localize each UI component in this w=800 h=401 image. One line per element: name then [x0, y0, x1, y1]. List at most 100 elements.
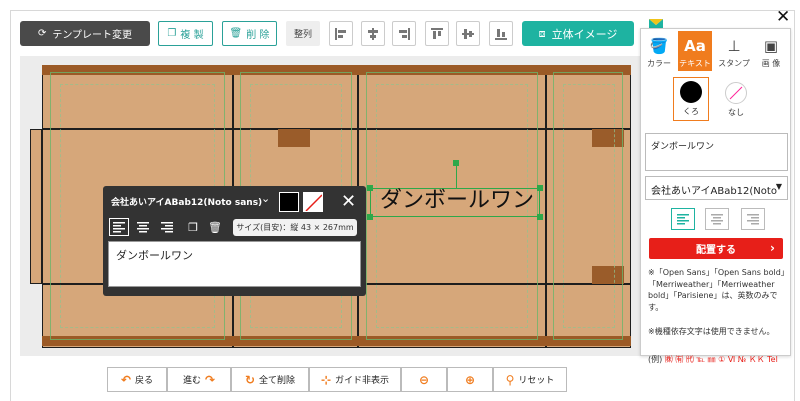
align-center-h-button[interactable] — [361, 21, 385, 46]
align-center-icon — [711, 213, 723, 224]
zoom-in-button[interactable]: ⊕ — [447, 367, 493, 392]
zoom-in-icon: ⊕ — [464, 372, 476, 387]
redo-icon: ↷ — [204, 372, 216, 387]
chevron-down-icon[interactable]: ⌄ — [261, 192, 270, 205]
rotate-handle[interactable] — [453, 160, 459, 166]
size-indicator: サイズ(目安)：縦 43 × 267mm — [233, 219, 357, 236]
color-none-swatch[interactable] — [303, 192, 323, 212]
guide-icon: ⊹ — [320, 372, 332, 387]
undo-icon: ↶ — [120, 372, 132, 387]
zoom-out-icon: ⊖ — [418, 372, 430, 387]
place-button[interactable]: 配置する › — [649, 238, 783, 259]
close-icon[interactable]: ✕ — [776, 7, 790, 27]
print-edge — [42, 336, 233, 346]
text-align-left-button[interactable] — [109, 218, 129, 236]
view-3d-button[interactable]: ⧈ 立体イメージ — [522, 21, 634, 46]
print-edge — [546, 65, 631, 75]
tab-color[interactable]: 🪣 カラー — [642, 31, 676, 71]
refresh-icon: ⟳ — [37, 28, 47, 39]
copy-text-button[interactable]: ❐ — [183, 218, 203, 236]
trash-icon: 🗑 — [229, 28, 243, 39]
print-edge — [358, 336, 546, 346]
color-dot — [725, 82, 747, 104]
align-top-button[interactable] — [425, 21, 449, 46]
print-edge — [233, 65, 358, 75]
align-left-icon — [335, 27, 346, 40]
print-edge — [358, 65, 546, 75]
align-right-icon — [747, 213, 759, 224]
font-select[interactable]: 会社あいアイABab12(Noto sans) — [111, 195, 262, 208]
image-icon: ▣ — [763, 37, 779, 55]
delete-button[interactable]: 🗑 削 除 — [222, 21, 277, 46]
align-label: 整列 — [286, 21, 320, 46]
delete-text-button[interactable]: 🗑 — [205, 218, 225, 236]
design-side-panel: 🪣 カラー Aa テキスト ⊥ スタンプ ▣ 画 像 くろ なし ダンボールワン… — [640, 28, 791, 364]
align-bottom-icon — [495, 28, 507, 40]
copy-icon: ❐ — [188, 220, 198, 234]
resize-handle-tl[interactable] — [367, 185, 373, 191]
color-option-none[interactable]: なし — [721, 79, 751, 119]
print-edge — [546, 336, 631, 346]
text-align-right-button[interactable] — [741, 208, 765, 230]
hide-guide-button[interactable]: ⊹ ガイド非表示 — [309, 367, 401, 392]
refresh-icon: ↻ — [244, 372, 256, 387]
text-input[interactable]: ダンボールワン — [645, 133, 788, 171]
resize-handle-bl[interactable] — [367, 214, 373, 220]
canvas-text-object[interactable]: ダンボールワン — [373, 186, 541, 216]
trash-icon: 🗑 — [208, 220, 222, 234]
tab-image[interactable]: ▣ 画 像 — [754, 31, 788, 71]
align-right-icon — [161, 221, 173, 232]
reset-button[interactable]: ⚲ リセット — [493, 367, 567, 392]
align-center-v-button[interactable] — [456, 21, 480, 46]
text-align-center-button[interactable] — [705, 208, 729, 230]
undo-button[interactable]: ↶ 戻る — [107, 367, 167, 392]
print-edge — [42, 65, 233, 75]
template-change-button[interactable]: ⟳ テンプレート変更 — [20, 21, 150, 46]
chevron-right-icon: › — [770, 241, 775, 255]
resize-handle-tr[interactable] — [537, 185, 543, 191]
text-align-center-button[interactable] — [133, 218, 153, 236]
align-center-h-icon — [368, 27, 378, 40]
zoom-out-button[interactable]: ⊖ — [401, 367, 447, 392]
copy-icon: ❐ — [167, 28, 177, 39]
align-center-v-icon — [462, 28, 474, 39]
char-note: ※機種依存文字は使用できません。 — [648, 327, 775, 336]
no-color-icon — [305, 194, 322, 211]
tab-text[interactable]: Aa テキスト — [678, 31, 712, 71]
align-left-icon — [677, 213, 689, 224]
align-bottom-button[interactable] — [489, 21, 513, 46]
app-frame: ⟳ テンプレート変更 ❐ 複 製 🗑 削 除 整列 ⧈ 立体イメージ ダンボール… — [0, 0, 800, 401]
delete-all-button[interactable]: ↻ 全て削除 — [231, 367, 309, 392]
glue-flap — [30, 129, 42, 284]
align-left-icon — [113, 221, 125, 232]
text-align-left-button[interactable] — [671, 208, 695, 230]
text-align-right-button[interactable] — [157, 218, 177, 236]
text-editor-popup: 会社あいアイABab12(Noto sans) ⌄ ✕ ❐ 🗑 サイズ(目安)：… — [103, 186, 366, 296]
align-right-button[interactable] — [392, 21, 416, 46]
safe-area-guide — [563, 84, 615, 328]
no-color-icon — [729, 86, 743, 100]
close-icon[interactable]: ✕ — [341, 191, 356, 212]
text-aa-icon: Aa — [684, 37, 706, 55]
color-black-swatch[interactable] — [279, 192, 299, 212]
duplicate-button[interactable]: ❐ 複 製 — [158, 21, 213, 46]
box-icon: ⧈ — [538, 26, 546, 40]
font-note: ※「Open Sans」「Open Sans bold」「Merriweathe… — [648, 268, 789, 312]
font-select[interactable]: 会社あいアイABab12(Noto ▼ — [645, 176, 788, 200]
align-top-icon — [431, 27, 443, 39]
paint-bucket-icon: 🪣 — [649, 37, 669, 55]
editor-text-input[interactable]: ダンボールワン — [108, 241, 361, 287]
color-option-black[interactable]: くろ — [673, 77, 709, 121]
search-icon: ⚲ — [505, 372, 515, 387]
redo-button[interactable]: 進む ↷ — [167, 367, 231, 392]
example-chars: (例) ㈱ ㈲ ㈹ ℡ ㎜ ① Ⅵ № ＫＫ Tel — [648, 355, 778, 364]
resize-handle-br[interactable] — [537, 214, 543, 220]
print-edge — [233, 336, 358, 346]
tab-stamp[interactable]: ⊥ スタンプ — [717, 31, 751, 71]
align-center-icon — [137, 221, 149, 232]
stamp-icon: ⊥ — [727, 37, 741, 55]
dropdown-arrow-icon: ▼ — [775, 182, 782, 191]
rotate-line — [456, 164, 457, 188]
align-left-button[interactable] — [329, 21, 353, 46]
color-dot — [680, 81, 702, 103]
